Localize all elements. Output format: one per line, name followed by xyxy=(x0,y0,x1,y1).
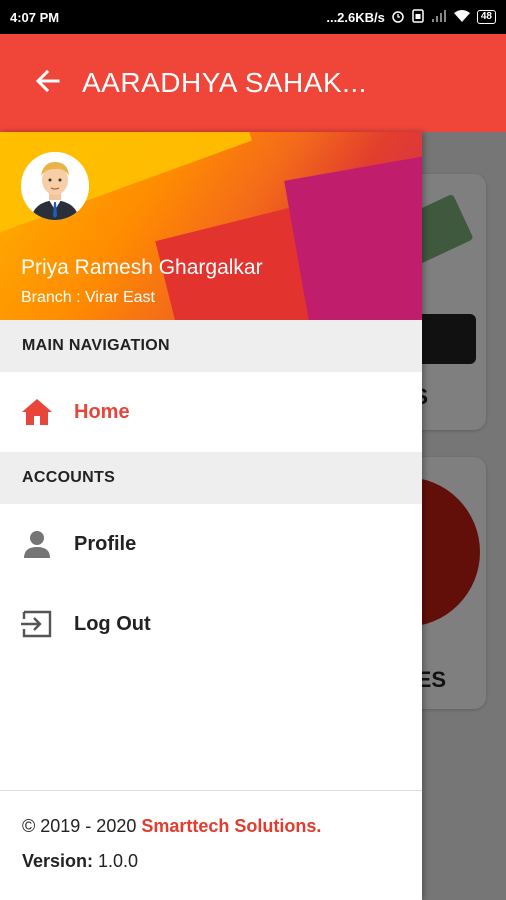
version-label: Version: xyxy=(22,851,94,871)
avatar xyxy=(21,152,89,220)
company-link[interactable]: Smarttech Solutions xyxy=(141,816,316,836)
version-text: Version: 1.0.0 xyxy=(22,851,400,872)
person-icon xyxy=(20,527,54,561)
branch-label: Branch : Virar East xyxy=(21,289,155,306)
header-decoration xyxy=(284,146,422,320)
status-bar: 4:07 PM ...2.6KB/s 48 xyxy=(0,0,506,34)
app-title: AARADHYA SAHAK... xyxy=(82,67,367,98)
navigation-drawer: Priya Ramesh Ghargalkar Branch : Virar E… xyxy=(0,132,422,900)
arrow-left-icon[interactable] xyxy=(34,67,62,100)
network-speed: ...2.6KB/s xyxy=(326,9,385,25)
copyright-text: © 2019 - 2020 Smarttech Solutions. xyxy=(22,816,400,837)
drawer-header: Priya Ramesh Ghargalkar Branch : Virar E… xyxy=(0,132,422,320)
battery-icon: 48 xyxy=(476,10,496,24)
nav-item-home[interactable]: Home xyxy=(0,372,422,452)
user-name: Priya Ramesh Ghargalkar xyxy=(21,256,263,279)
app-bar: AARADHYA SAHAK... xyxy=(0,34,506,132)
nav-item-logout[interactable]: Log Out xyxy=(0,584,422,664)
status-icons: ...2.6KB/s 48 xyxy=(326,8,496,26)
home-icon xyxy=(20,395,54,429)
alarm-icon xyxy=(391,9,405,26)
drawer-footer: © 2019 - 2020 Smarttech Solutions. Versi… xyxy=(0,790,422,900)
copyright-period: . xyxy=(316,816,322,836)
version-value: 1.0.0 xyxy=(93,851,139,871)
nav-label-logout: Log Out xyxy=(74,612,151,635)
nav-item-profile[interactable]: Profile xyxy=(0,504,422,584)
sim-icon xyxy=(411,8,425,26)
section-accounts: ACCOUNTS xyxy=(0,452,422,504)
wifi-icon xyxy=(453,9,471,26)
status-time: 4:07 PM xyxy=(10,9,60,25)
copyright-prefix: © 2019 - 2020 xyxy=(22,816,142,836)
nav-label-home: Home xyxy=(74,400,130,423)
section-main-navigation: MAIN NAVIGATION xyxy=(0,320,422,372)
logout-icon xyxy=(20,607,54,641)
nav-label-profile: Profile xyxy=(74,532,137,555)
signal-icon xyxy=(431,9,447,26)
